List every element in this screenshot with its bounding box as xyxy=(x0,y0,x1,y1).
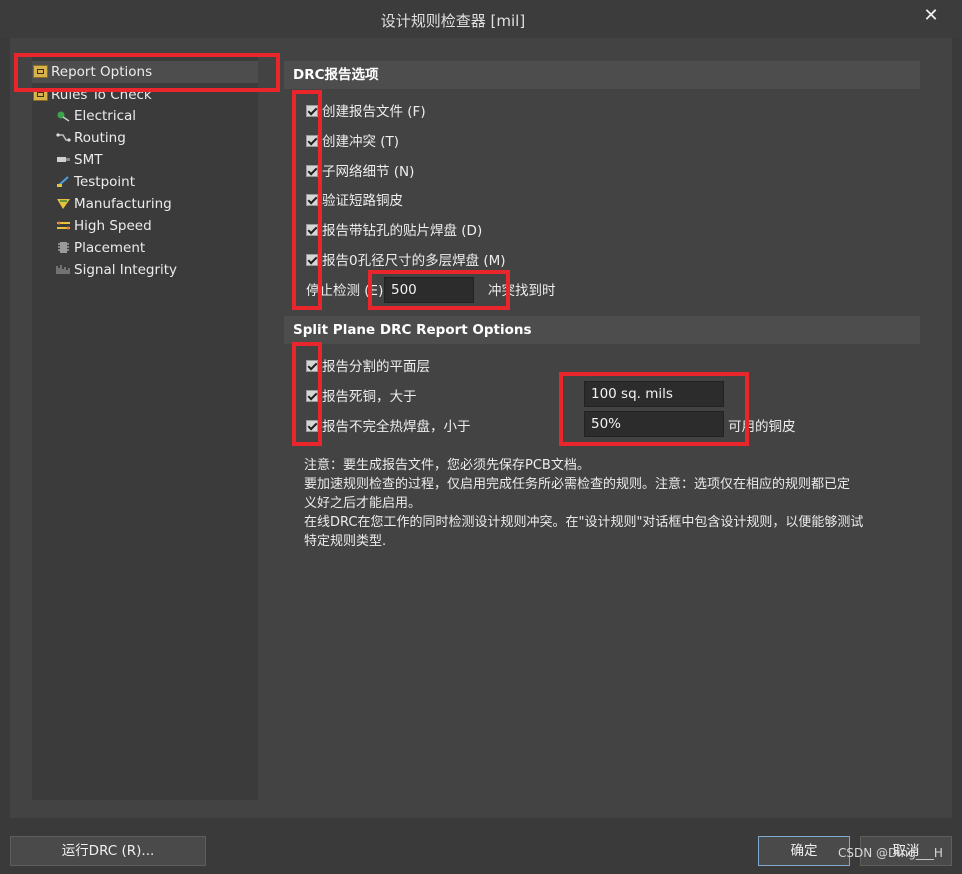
create-violations-checkbox[interactable] xyxy=(306,135,318,147)
electrical-icon xyxy=(57,111,70,122)
stop-after-violations-input[interactable]: 500 xyxy=(384,277,474,303)
note-line: 义好之后才能启用。 xyxy=(304,496,422,511)
tree-item-electrical[interactable]: Electrical xyxy=(56,105,136,127)
stop-detection-label: 停止检测 (E) xyxy=(306,283,384,299)
tree-item-smt[interactable]: SMT xyxy=(56,149,102,171)
sub-net-details-checkbox[interactable] xyxy=(306,165,318,177)
run-drc-button[interactable]: 运行DRC (R)... xyxy=(10,836,206,866)
tree-item-label: Manufacturing xyxy=(74,196,172,212)
tree-item-label: SMT xyxy=(74,152,103,168)
note-line: 特定规则类型. xyxy=(304,534,387,549)
testpoint-icon xyxy=(57,176,69,187)
tree-item-high-speed[interactable]: High Speed xyxy=(56,215,152,237)
tree-item-label: High Speed xyxy=(74,218,152,234)
note-line: 在线DRC在您工作的同时检测设计规则冲突。在"设计规则"对话框中包含设计规则，以… xyxy=(304,515,864,530)
thermal-relief-checkbox[interactable] xyxy=(306,420,318,432)
tree-item-testpoint[interactable]: Testpoint xyxy=(56,171,135,193)
tree-item-report-options[interactable]: Report Options xyxy=(32,61,258,83)
high-speed-icon xyxy=(57,221,70,230)
sub-net-details-label: 子网络细节 (N) xyxy=(322,164,415,180)
split-planes-checkbox[interactable] xyxy=(306,360,318,372)
zero-hole-pads-checkbox[interactable] xyxy=(306,254,318,266)
placement-icon xyxy=(58,242,69,253)
tree-item-signal-integrity[interactable]: Signal Integrity xyxy=(56,259,177,281)
stop-detection-suffix: 冲突找到时 xyxy=(488,283,556,299)
thermal-relief-suffix: 可用的铜皮 xyxy=(728,419,796,435)
close-icon[interactable]: ✕ xyxy=(918,4,944,30)
tree-item-label: Placement xyxy=(74,240,146,256)
drilled-smt-pads-label: 报告带钻孔的贴片焊盘 (D) xyxy=(322,223,483,239)
tree-item-label: Testpoint xyxy=(74,174,136,190)
thermal-relief-label: 报告不完全热焊盘，小于 xyxy=(322,419,471,435)
zero-hole-pads-label: 报告0孔径尺寸的多层焊盘 (M) xyxy=(322,253,506,269)
ok-button[interactable]: 确定 xyxy=(758,836,850,866)
tree-item-label: Rules To Check xyxy=(51,87,152,103)
folder-icon xyxy=(33,65,48,78)
routing-icon xyxy=(56,133,71,142)
tree-item-routing[interactable]: Routing xyxy=(56,127,126,149)
signal-integrity-icon xyxy=(56,265,70,274)
window-title: 设计规则检查器 [mil] xyxy=(380,12,526,30)
split-plane-section-header: Split Plane DRC Report Options xyxy=(284,316,920,344)
notes-block: 注意：要生成报告文件，您必须先保存PCB文档。 要加速规则检查的过程，仅启用完成… xyxy=(304,456,904,551)
note-line: 要加速规则检查的过程，仅启用完成任务所必需检查的规则。注意：选项仅在相应的规则都… xyxy=(304,477,851,492)
tree-item-label: Report Options xyxy=(51,64,153,80)
tree-item-label: Electrical xyxy=(74,108,137,124)
note-line: 注意：要生成报告文件，您必须先保存PCB文档。 xyxy=(304,458,590,473)
tree-item-manufacturing[interactable]: Manufacturing xyxy=(56,193,172,215)
tree-item-label: Signal Integrity xyxy=(74,262,178,278)
tree-item-label: Routing xyxy=(74,130,126,146)
create-report-label: 创建报告文件 (F) xyxy=(322,104,426,120)
watermark: CSDN @Ding___H xyxy=(838,846,943,860)
drc-section-header: DRC报告选项 xyxy=(284,61,920,89)
tree-item-placement[interactable]: Placement xyxy=(56,237,145,259)
dead-copper-checkbox[interactable] xyxy=(306,390,318,402)
split-planes-label: 报告分割的平面层 xyxy=(322,359,430,375)
dead-copper-input[interactable]: 100 sq. mils xyxy=(584,381,724,407)
smt-icon xyxy=(57,157,70,162)
create-report-checkbox[interactable] xyxy=(306,105,318,117)
create-violations-label: 创建冲突 (T) xyxy=(322,134,400,150)
tree-item-rules-to-check[interactable]: Rules To Check xyxy=(32,84,152,106)
dead-copper-label: 报告死铜，大于 xyxy=(322,389,417,405)
manufacturing-icon xyxy=(57,199,70,209)
verify-shorting-copper-checkbox[interactable] xyxy=(306,194,318,206)
thermal-relief-input[interactable]: 50% xyxy=(584,411,724,437)
drilled-smt-pads-checkbox[interactable] xyxy=(306,224,318,236)
verify-shorting-copper-label: 验证短路铜皮 xyxy=(322,193,403,209)
title-bar: 设计规则检查器 [mil] ✕ xyxy=(0,0,962,38)
folder-icon xyxy=(33,88,48,101)
